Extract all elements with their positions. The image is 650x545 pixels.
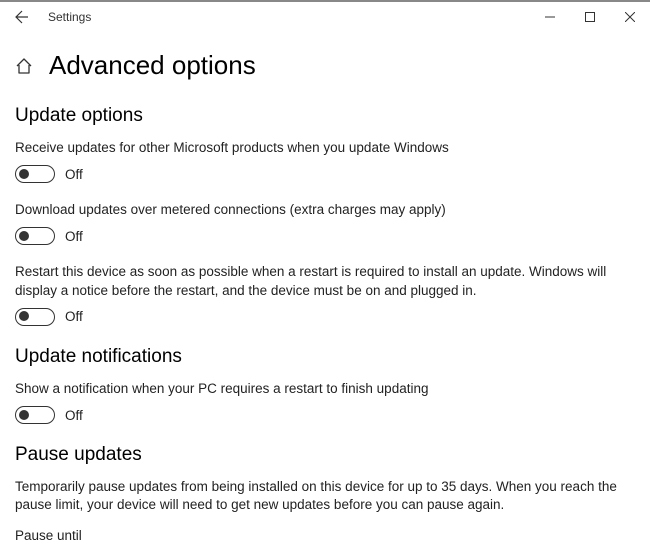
close-button[interactable] xyxy=(610,2,650,32)
toggle-metered[interactable] xyxy=(15,227,55,245)
toggle-row-metered: Off xyxy=(15,227,635,245)
minimize-button[interactable] xyxy=(530,2,570,32)
back-button[interactable] xyxy=(0,2,44,32)
section-heading-update-notifications: Update notifications xyxy=(15,346,635,368)
toggle-row-restart-notification: Off xyxy=(15,406,635,424)
maximize-icon xyxy=(585,12,595,22)
page-title: Advanced options xyxy=(49,50,256,81)
toggle-knob xyxy=(19,311,29,321)
maximize-button[interactable] xyxy=(570,2,610,32)
toggle-state-restart-asap: Off xyxy=(65,309,83,324)
minimize-icon xyxy=(545,12,555,22)
toggle-restart-notification[interactable] xyxy=(15,406,55,424)
option-desc-microsoft-products: Receive updates for other Microsoft prod… xyxy=(15,139,635,157)
section-heading-update-options: Update options xyxy=(15,105,635,127)
titlebar: Settings xyxy=(0,0,650,32)
option-desc-metered: Download updates over metered connection… xyxy=(15,201,635,219)
option-desc-restart-notification: Show a notification when your PC require… xyxy=(15,380,635,398)
pause-until-label: Pause until xyxy=(15,527,635,545)
close-icon xyxy=(625,12,635,22)
toggle-knob xyxy=(19,410,29,420)
toggle-state-microsoft-products: Off xyxy=(65,167,83,182)
toggle-knob xyxy=(19,231,29,241)
home-button[interactable] xyxy=(15,57,33,75)
page-header: Advanced options xyxy=(0,32,650,91)
toggle-knob xyxy=(19,169,29,179)
toggle-state-restart-notification: Off xyxy=(65,408,83,423)
section-heading-pause-updates: Pause updates xyxy=(15,444,635,466)
toggle-row-restart-asap: Off xyxy=(15,308,635,326)
home-icon xyxy=(15,57,33,75)
toggle-microsoft-products[interactable] xyxy=(15,165,55,183)
window-title: Settings xyxy=(44,10,91,24)
toggle-state-metered: Off xyxy=(65,229,83,244)
option-desc-restart-asap: Restart this device as soon as possible … xyxy=(15,263,635,299)
toggle-restart-asap[interactable] xyxy=(15,308,55,326)
toggle-row-microsoft-products: Off xyxy=(15,165,635,183)
pause-updates-desc: Temporarily pause updates from being ins… xyxy=(15,478,635,514)
content-area: Update options Receive updates for other… xyxy=(0,105,650,545)
back-arrow-icon xyxy=(14,9,30,25)
